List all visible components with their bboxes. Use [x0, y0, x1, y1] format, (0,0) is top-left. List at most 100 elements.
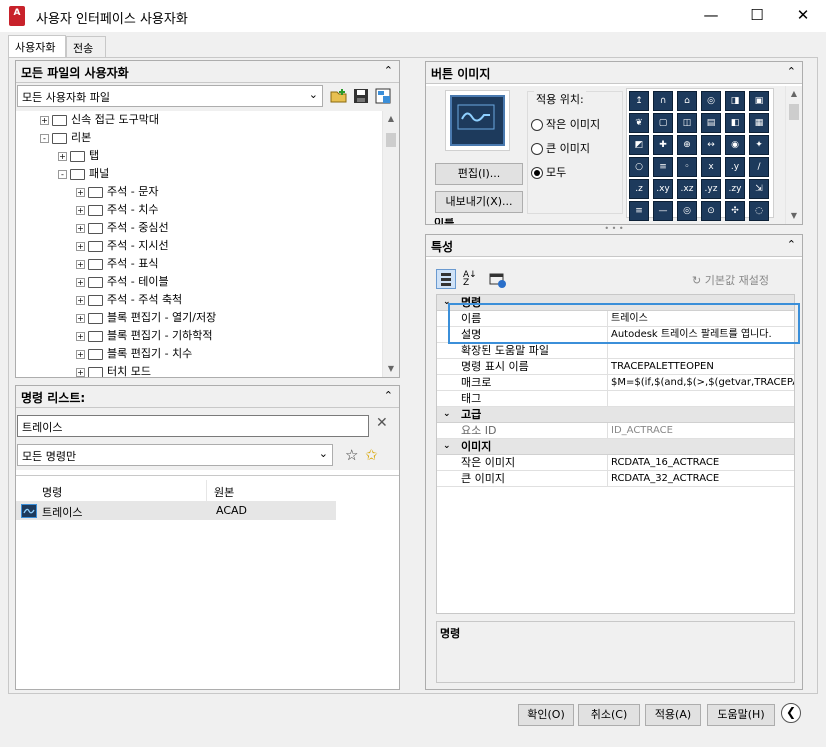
scroll-down-icon[interactable]: ▼ [383, 361, 399, 377]
property-pages-icon[interactable] [489, 271, 507, 289]
tree-item[interactable]: + 신속 접근 도구막대 [40, 111, 159, 129]
save-icon[interactable] [353, 88, 369, 104]
expand-icon[interactable]: + [76, 367, 85, 377]
collapse-icon[interactable]: ⌃ [787, 238, 796, 251]
expand-icon[interactable]: + [58, 151, 67, 161]
tree-item[interactable]: + 주석 - 주석 축척 [76, 291, 182, 309]
column-command[interactable]: 명령 [42, 484, 62, 500]
command-filter-dropdown[interactable]: 모든 명령만 ⌄ [17, 444, 333, 466]
command-search-input[interactable]: 트레이스 [17, 415, 369, 437]
property-row[interactable]: 태그 [437, 391, 794, 407]
star-icon[interactable]: ☆ [345, 446, 358, 464]
maximize-button[interactable]: ☐ [734, 0, 780, 32]
expand-icon[interactable]: + [76, 205, 85, 215]
button-image-icon[interactable]: ○ [629, 157, 649, 177]
expand-icon[interactable]: + [76, 223, 85, 233]
button-image-icon[interactable]: ◌ [749, 201, 769, 221]
button-image-icon[interactable]: ◧ [725, 113, 745, 133]
button-image-icon[interactable]: x [701, 157, 721, 177]
button-image-icon[interactable]: ▤ [701, 113, 721, 133]
tree-item[interactable]: + 주석 - 지시선 [76, 237, 169, 255]
ok-button[interactable]: 확인(O) [518, 704, 574, 726]
tree-item[interactable]: + 터치 모드 [76, 363, 151, 377]
tab-customize[interactable]: 사용자화 [8, 35, 66, 58]
expand-icon[interactable]: + [76, 313, 85, 323]
tree-item[interactable]: + 주석 - 치수 [76, 201, 158, 219]
button-image-icon[interactable]: ▢ [653, 113, 673, 133]
button-image-icon[interactable]: ↔ [701, 135, 721, 155]
collapse-icon[interactable]: ⌃ [384, 64, 393, 77]
property-value[interactable] [607, 391, 794, 407]
expand-icon[interactable]: + [76, 295, 85, 305]
button-image-icon[interactable]: ⊙ [701, 201, 721, 221]
expand-icon[interactable]: + [76, 259, 85, 269]
tree-item[interactable]: + 블록 편집기 - 기하학적 [76, 327, 213, 345]
clear-search-icon[interactable]: ✕ [376, 415, 388, 431]
chevron-down-icon[interactable]: ⌄ [443, 407, 451, 422]
property-value[interactable]: ID_ACTRACE [607, 423, 794, 439]
button-image-icon[interactable]: ↥ [629, 91, 649, 111]
button-image-icon[interactable]: ◎ [701, 91, 721, 111]
panel-splitter[interactable]: • • • [425, 225, 803, 233]
expand-icon[interactable]: + [76, 331, 85, 341]
tree-item[interactable]: - 리본 [40, 129, 91, 147]
property-row[interactable]: 확장된 도움말 파일 [437, 343, 794, 359]
button-image-icon[interactable]: .xz [677, 179, 697, 199]
button-image-icon[interactable]: ◫ [677, 113, 697, 133]
property-category[interactable]: ⌄ 고급 [437, 407, 794, 423]
tree-item[interactable]: + 탭 [58, 147, 99, 165]
button-image-icon[interactable]: .xy [653, 179, 673, 199]
expand-icon[interactable]: + [76, 349, 85, 359]
expand-icon[interactable]: + [76, 277, 85, 287]
property-row[interactable]: 매크로 $M=$(if,$(and,$(>,$(getvar,TRACEPAL [437, 375, 794, 391]
tree-item[interactable]: + 블록 편집기 - 열기/저장 [76, 309, 216, 327]
help-button[interactable]: 도움말(H) [707, 704, 775, 726]
collapse-tree-icon[interactable]: - [58, 169, 67, 179]
button-image-icon[interactable]: ▣ [749, 91, 769, 111]
reset-default-button[interactable]: ↻ 기본값 재설정 [692, 272, 769, 288]
property-row[interactable]: 큰 이미지 RCDATA_32_ACTRACE [437, 471, 794, 487]
tree-scrollbar[interactable]: ▲ ▼ [382, 111, 399, 377]
property-category[interactable]: ⌄ 이미지 [437, 439, 794, 455]
radio-large-image[interactable]: 큰 이미지 [531, 140, 590, 156]
categorized-view-icon[interactable] [436, 269, 456, 289]
button-image-icon[interactable]: ⊕ [677, 135, 697, 155]
chevron-down-icon[interactable]: ⌄ [443, 439, 451, 454]
column-source[interactable]: 원본 [214, 484, 234, 500]
button-image-icon[interactable]: .yz [701, 179, 721, 199]
property-row[interactable]: 작은 이미지 RCDATA_16_ACTRACE [437, 455, 794, 471]
scroll-down-icon[interactable]: ▼ [786, 208, 802, 224]
export-image-button[interactable]: 내보내기(X)... [435, 191, 523, 213]
sort-alphabetical-icon[interactable]: A↓ Z [463, 271, 481, 289]
button-image-icon[interactable]: ◨ [725, 91, 745, 111]
button-image-icon[interactable]: ✚ [653, 135, 673, 155]
button-image-icon[interactable]: ❦ [629, 113, 649, 133]
button-image-icon[interactable]: ⌂ [677, 91, 697, 111]
property-value[interactable] [607, 343, 794, 359]
button-image-icon[interactable]: ✣ [725, 201, 745, 221]
table-row[interactable]: 트레이스 ACAD [16, 502, 336, 520]
button-image-icon[interactable]: ◉ [725, 135, 745, 155]
close-button[interactable]: ✕ [780, 0, 826, 32]
save-as-icon[interactable] [375, 88, 391, 104]
expand-icon[interactable]: + [76, 187, 85, 197]
minimize-button[interactable]: — [688, 0, 734, 32]
scroll-up-icon[interactable]: ▲ [383, 111, 399, 127]
scroll-up-icon[interactable]: ▲ [786, 86, 802, 102]
apply-button[interactable]: 적용(A) [645, 704, 701, 726]
button-image-icon[interactable]: .z [629, 179, 649, 199]
button-image-icon[interactable]: ▦ [749, 113, 769, 133]
open-file-icon[interactable] [330, 88, 348, 104]
button-image-icon[interactable]: .y [725, 157, 745, 177]
button-image-icon[interactable]: ✦ [749, 135, 769, 155]
button-image-icon[interactable]: — [653, 201, 673, 221]
button-image-icon[interactable]: ≡ [653, 157, 673, 177]
button-image-icon[interactable]: ◎ [677, 201, 697, 221]
scroll-thumb[interactable] [386, 133, 396, 147]
cancel-button[interactable]: 취소(C) [578, 704, 640, 726]
scroll-thumb[interactable] [789, 104, 799, 120]
gallery-scrollbar[interactable]: ▲ ▼ [785, 86, 802, 224]
radio-both[interactable]: 모두 [531, 164, 566, 180]
collapse-panel-icon[interactable]: ❮ [781, 703, 801, 723]
property-value[interactable]: RCDATA_16_ACTRACE [607, 455, 794, 471]
